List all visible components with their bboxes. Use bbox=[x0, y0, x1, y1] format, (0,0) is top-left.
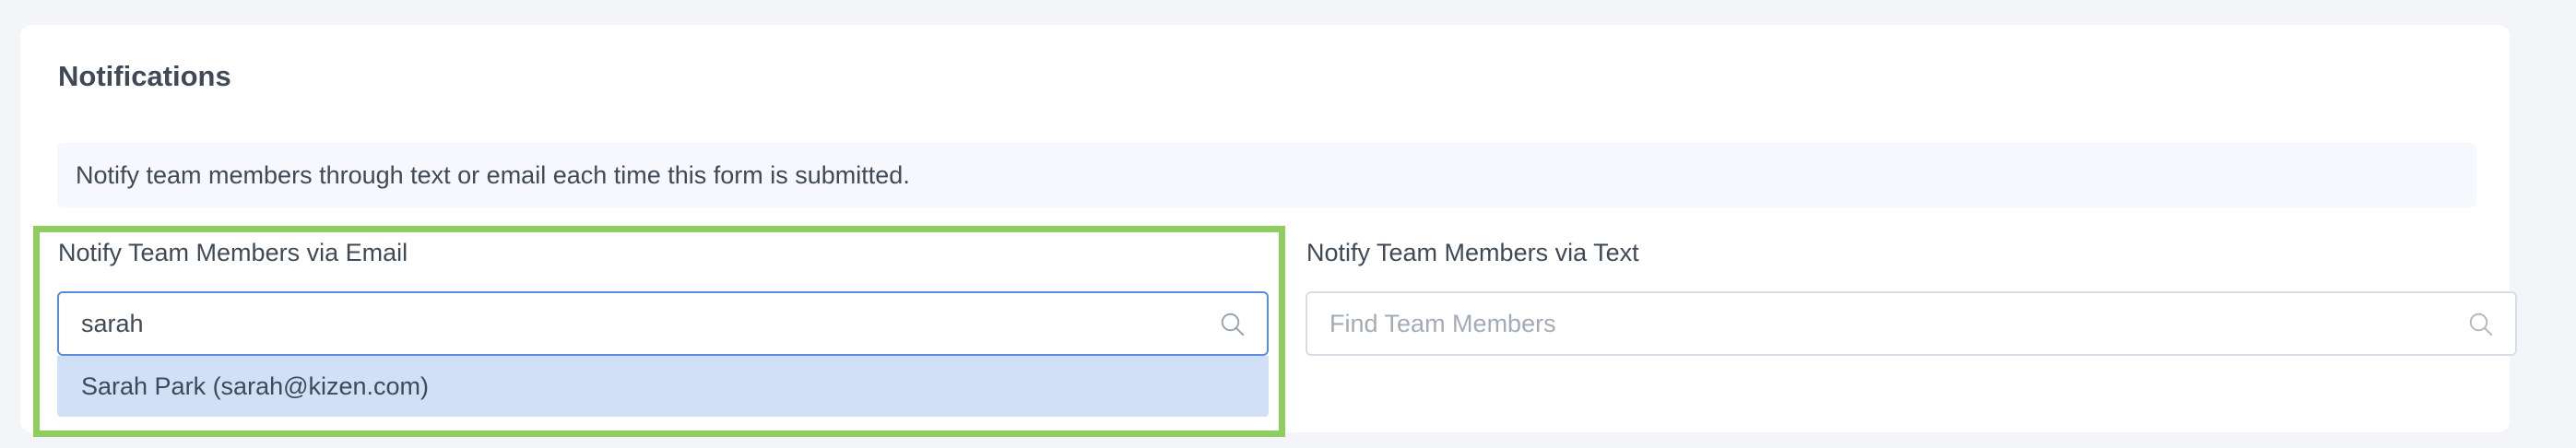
notifications-description: Notify team members through text or emai… bbox=[76, 161, 910, 189]
notifications-info-banner: Notify team members through text or emai… bbox=[57, 143, 2476, 207]
text-field-label: Notify Team Members via Text bbox=[1306, 239, 1639, 266]
text-team-member-input[interactable] bbox=[1329, 293, 2454, 354]
notifications-title: Notifications bbox=[58, 60, 231, 92]
search-icon[interactable] bbox=[2467, 311, 2495, 338]
email-field-highlight bbox=[33, 226, 1285, 437]
text-team-member-search[interactable] bbox=[1306, 291, 2517, 356]
